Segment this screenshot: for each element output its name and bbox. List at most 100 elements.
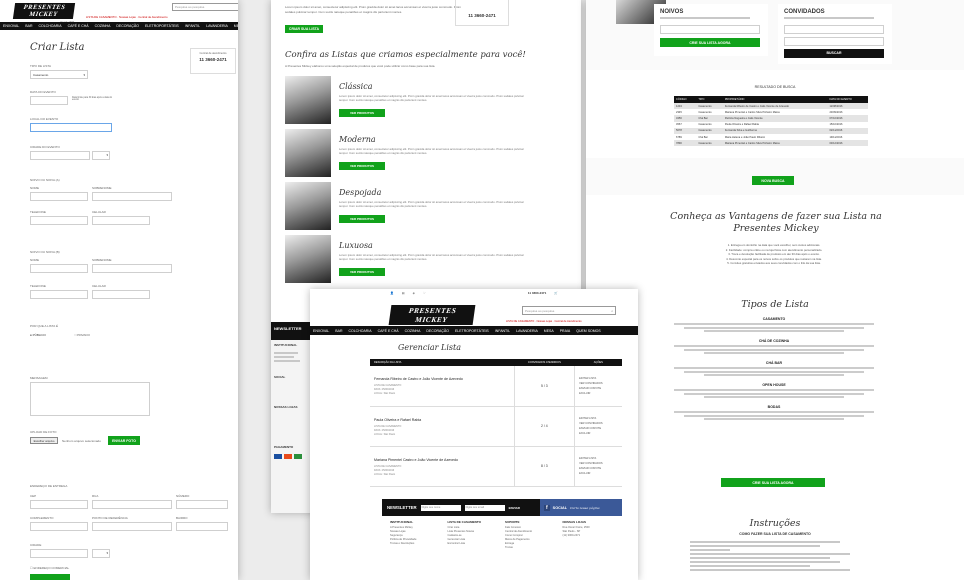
phone-number: 11 3660-2471 (468, 13, 496, 18)
rua-input[interactable] (92, 500, 172, 509)
nav-item[interactable]: LAVANDERIA (513, 329, 541, 333)
newsletter-email-input[interactable]: Digite seu email (464, 504, 505, 511)
nav-item[interactable]: ENXOVAL (310, 329, 332, 333)
footer-link[interactable]: Encontrar Lista (448, 542, 500, 546)
nav-item[interactable]: QUEM SOMOS (573, 329, 604, 333)
telefone1-input[interactable] (30, 216, 88, 225)
referencia-input[interactable] (92, 522, 172, 531)
celular1-input[interactable] (92, 216, 150, 225)
convidados-codigo-input[interactable] (784, 37, 884, 46)
noivos-criar-button[interactable]: CRIE SUA LISTA AGORA (660, 38, 760, 47)
search-input[interactable]: Pesquisa ao pesquisa ⌕ (522, 306, 616, 315)
criar-lista-button[interactable]: CRIAR SUA LISTA (285, 25, 323, 33)
search-input[interactable]: Pesquisa ao pesquisa (172, 3, 238, 11)
nav-item[interactable]: PRAIA (557, 329, 574, 333)
uf2-select[interactable]: ▾ (92, 549, 110, 558)
nav-item[interactable]: DECORAÇÃO (113, 24, 142, 28)
top-links[interactable]: LISTA DE CASAMENTO · Nossas Lojas · Cent… (506, 320, 582, 323)
local-input[interactable] (30, 123, 112, 132)
nav-item[interactable]: ELETROPORTÁTEIS (142, 24, 182, 28)
ver-produtos-button[interactable]: VER PRODUTOS (339, 215, 385, 223)
lista-item: Despojada Lorem ipsum dolor sit amet, con… (285, 182, 525, 232)
nav-item[interactable]: INFANTIL (492, 329, 513, 333)
cidade-label: CIDADE DO EVENTO (30, 145, 60, 149)
numero-label: NÚMERO (176, 494, 190, 498)
instrucoes-title: Instruções (749, 518, 801, 529)
nav-item[interactable]: COZINHA (92, 24, 114, 28)
logo[interactable]: PRESENTES MICKEY Desde 1937 (12, 3, 76, 24)
result-row[interactable]: 7890 Casamento Mariana Pimentel e Carlos S… (674, 140, 868, 147)
ger-action-link[interactable]: EXCLUIR (579, 391, 618, 396)
tipo-name: CASAMENTO (762, 317, 786, 321)
data-input[interactable] (30, 96, 68, 105)
newsletter-submit-button[interactable]: ENVIAR (509, 506, 520, 510)
nav-item[interactable]: ELETROPORTÁTEIS (452, 329, 492, 333)
nav-item[interactable]: COZINHA (402, 329, 424, 333)
footer-link[interactable]: Trocas e Devoluções (390, 542, 442, 546)
top-links[interactable]: LISTA DE CASAMENTO · Nossas Lojas · Cent… (86, 15, 168, 19)
ger-action-link[interactable]: EXCLUIR (579, 471, 618, 476)
radio-publico[interactable]: ● PÚBLICO (30, 333, 46, 337)
referencia-label: PONTO DE REFERÊNCIA (92, 516, 128, 520)
footer-link[interactable]: Trocas (505, 546, 557, 550)
nav-item[interactable]: CAFÉ E CHÁ (375, 329, 402, 333)
footer-link[interactable]: (11) 3060-2471 (563, 534, 615, 538)
nav-item[interactable]: MESA (231, 24, 238, 28)
cart-icon[interactable]: 🛒 (554, 291, 558, 299)
nav-item[interactable]: CAFÉ E CHÁ (65, 24, 92, 28)
cidade2-input[interactable] (30, 549, 88, 558)
nav-item[interactable]: DECORAÇÃO (423, 329, 452, 333)
celular2-input[interactable] (92, 290, 150, 299)
buscar-button[interactable]: BUSCAR (784, 49, 884, 58)
nome1-input[interactable] (30, 192, 88, 201)
nav-item[interactable]: COLCHOARIA (35, 24, 64, 28)
mensagem-textarea[interactable] (30, 382, 150, 416)
numero-input[interactable] (176, 500, 228, 509)
cep-input[interactable] (30, 500, 88, 509)
tipos-criar-button[interactable]: CRIE SUA LISTA AGORA (721, 478, 825, 487)
newsletter-label: NEWSLETTER (387, 505, 417, 510)
nav-item[interactable]: ENXOVAL (0, 24, 22, 28)
ver-produtos-button[interactable]: VER PRODUTOS (339, 109, 385, 117)
tipo-item: OPEN HOUSE (674, 383, 874, 398)
nova-busca-button[interactable]: NOVA BUSCA (752, 176, 794, 185)
lista-name: Luxuosa (339, 241, 373, 250)
user-icon[interactable]: 👤 (390, 291, 394, 299)
cidade-input[interactable] (30, 151, 90, 160)
tipo-text-line (684, 392, 864, 395)
result-title: RESULTADO DE BUSCA (754, 85, 796, 89)
submit-button[interactable] (30, 574, 70, 580)
nav-item[interactable]: LAVANDERIA (203, 24, 231, 28)
sobrenome2-input[interactable] (92, 264, 172, 273)
search-icon[interactable]: ⌕ (611, 309, 613, 313)
ver-produtos-button[interactable]: VER PRODUTOS (339, 268, 385, 276)
instr-line (690, 561, 840, 563)
nav-item[interactable]: BAR (22, 24, 35, 28)
sobrenome1-input[interactable] (92, 192, 172, 201)
convidados-title: CONVIDADOS (784, 9, 825, 15)
criar-lista-page: PRESENTES MICKEY Desde 1937 Pesquisa ao … (0, 0, 238, 580)
complemento-input[interactable] (30, 522, 88, 531)
nav-item[interactable]: INFANTIL (182, 24, 203, 28)
bairro-input[interactable] (176, 522, 228, 531)
noivos-input[interactable] (660, 25, 760, 34)
newsletter-name-input[interactable]: Digite seu nome (420, 504, 461, 511)
nav-item[interactable]: BAR (332, 329, 345, 333)
facebook-icon[interactable]: f (544, 504, 550, 511)
nav-item[interactable]: COLCHOARIA (345, 329, 374, 333)
convidados-nome-input[interactable] (784, 25, 884, 34)
nav-item[interactable]: MESA (541, 329, 557, 333)
choose-file-button[interactable]: Escolher arquivo (30, 437, 58, 444)
telefone2-input[interactable] (30, 290, 88, 299)
footer-column: NOSSAS LOJAS Rua Oscar Freire, 2500 São Pa… (563, 520, 615, 550)
checkbox-comercial[interactable]: ☐ ENDEREÇO COMERCIAL (30, 566, 69, 570)
enviar-foto-button[interactable]: ENVIAR FOTO (108, 436, 140, 445)
ver-produtos-button[interactable]: VER PRODUTOS (339, 162, 385, 170)
nome2-input[interactable] (30, 264, 88, 273)
tipo-select[interactable]: Casamento ▾ (30, 70, 88, 79)
phone-caption: Central de atendimento (199, 52, 227, 55)
uf-select[interactable]: ▾ (92, 151, 110, 160)
ger-action-link[interactable]: EXCLUIR (579, 431, 618, 436)
radio-privado[interactable]: ○ PRIVADO (74, 333, 90, 337)
lista-item: Clássica Lorem ipsum dolor sit amet, cons… (285, 76, 525, 126)
